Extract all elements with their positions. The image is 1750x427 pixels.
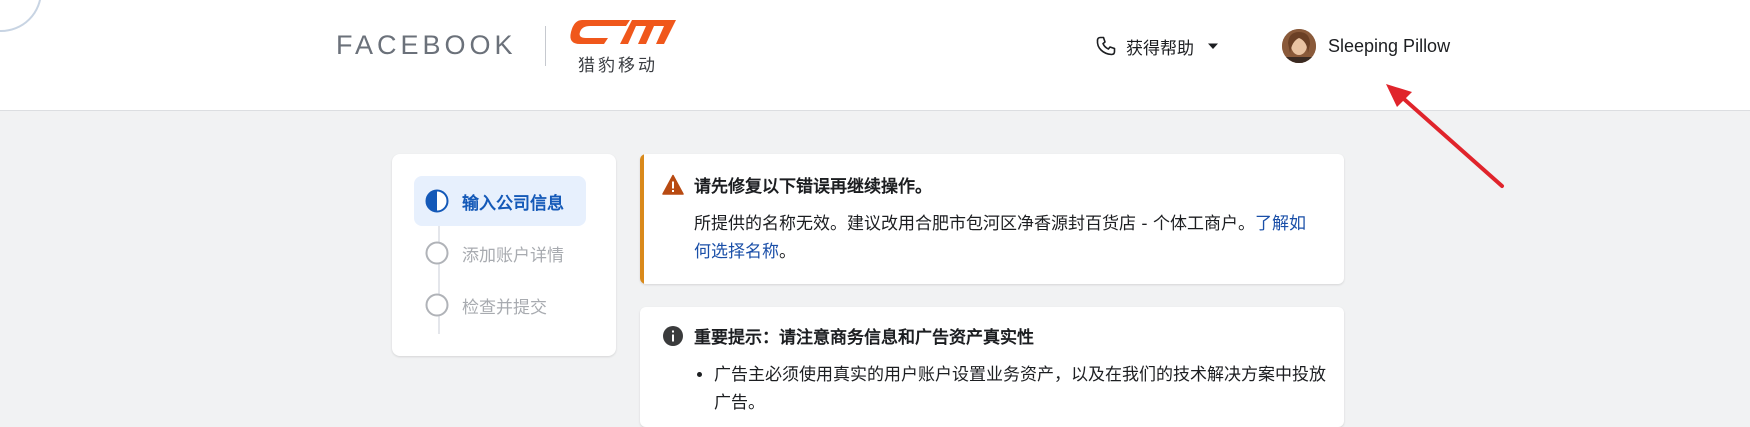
step-company-info[interactable]: 输入公司信息 [414, 176, 586, 226]
error-title: 请先修复以下错误再继续操作。 [694, 177, 932, 197]
step-review-submit[interactable]: 检查并提交 [414, 280, 594, 330]
progress-steps: 输入公司信息 添加账户详情 检查并提交 [392, 154, 616, 356]
user-name: Sleeping Pillow [1328, 35, 1451, 56]
step-account-details[interactable]: 添加账户详情 [414, 228, 594, 278]
logo-divider [545, 26, 546, 66]
help-label: 获得帮助 [1126, 38, 1194, 59]
partner-logo-mark [570, 20, 676, 44]
caret-down-icon [1208, 43, 1218, 49]
info-circle-icon [663, 325, 683, 346]
notice-title: 重要提示：请注意商务信息和广告资产真实性 [694, 328, 1034, 348]
notice-bullet: 广告主必须使用真实的用户账户设置业务资产，以及在我们的技术解决方案中投放广告。 [714, 361, 1334, 417]
error-alert: 请先修复以下错误再继续操作。 所提供的名称无效。建议改用合肥市包河区净香源封百货… [640, 154, 1344, 284]
help-menu[interactable]: 获得帮助 [1094, 32, 1220, 60]
notice-list: 广告主必须使用真实的用户账户设置业务资产，以及在我们的技术解决方案中投放广告。 [694, 361, 1334, 417]
partner-logo: 猎豹移动 [568, 16, 680, 80]
empty-circle-icon [425, 241, 449, 265]
phone-icon [1096, 36, 1116, 56]
empty-circle-icon [425, 293, 449, 317]
important-notice: 重要提示：请注意商务信息和广告资产真实性 广告主必须使用真实的用户账户设置业务资… [640, 307, 1344, 427]
facebook-logo: FACEBOOK [336, 30, 517, 60]
annotation-arrow [1386, 84, 1504, 188]
error-message-text: 所提供的名称无效。建议改用合肥市包河区净香源封百货店 - 个体工商户。 [694, 214, 1255, 234]
step-label: 添加账户详情 [462, 245, 564, 266]
user-menu[interactable]: Sleeping Pillow [1282, 28, 1450, 64]
half-filled-circle-icon [425, 189, 449, 213]
error-message-end: 。 [779, 242, 796, 262]
step-label: 输入公司信息 [462, 193, 564, 214]
error-message: 所提供的名称无效。建议改用合肥市包河区净香源封百货店 - 个体工商户。了解如何选… [694, 210, 1314, 266]
corner-button[interactable] [0, 0, 42, 32]
user-avatar [1282, 29, 1316, 63]
partner-name: 猎豹移动 [578, 56, 658, 76]
warning-accent-bar [640, 154, 644, 284]
warning-triangle-icon [662, 174, 684, 195]
step-label: 检查并提交 [462, 297, 547, 318]
